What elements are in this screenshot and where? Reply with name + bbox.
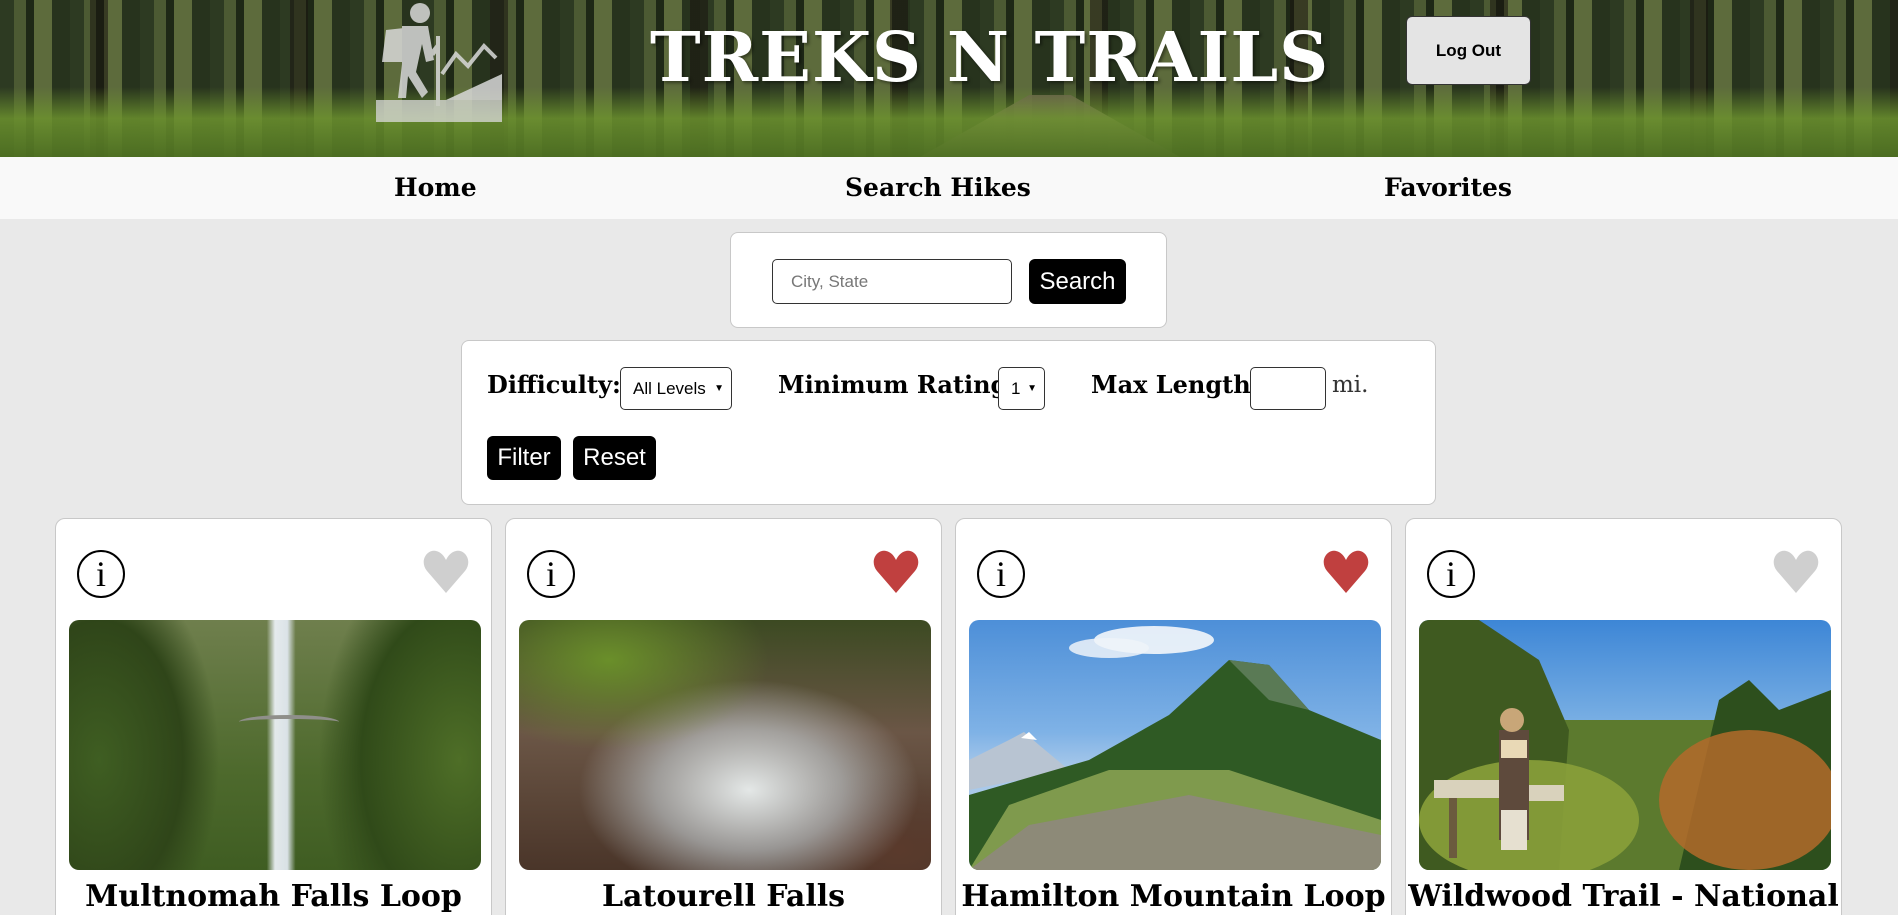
reset-button[interactable]: Reset xyxy=(573,436,656,480)
hike-photo[interactable] xyxy=(969,620,1381,870)
hike-card: i Hamilton Mountain Loop xyxy=(955,518,1392,915)
info-icon[interactable]: i xyxy=(77,550,125,598)
chevron-down-icon: ▼ xyxy=(1027,383,1037,394)
length-unit-label: mi. xyxy=(1332,372,1369,398)
max-length-label: Max Length: xyxy=(1091,370,1260,399)
site-title: TREKS N TRAILS xyxy=(650,18,1330,98)
info-icon[interactable]: i xyxy=(527,550,575,598)
mountain-scene xyxy=(969,626,1381,870)
site-header: TREKS N TRAILS Log Out xyxy=(0,0,1898,157)
hike-title[interactable]: Multnomah Falls Loop xyxy=(56,879,491,914)
filter-button[interactable]: Filter xyxy=(487,436,561,480)
hike-card: i Multnomah Falls Loop xyxy=(55,518,492,915)
minimum-rating-select-value: 1 xyxy=(1011,378,1021,398)
minimum-rating-label: Minimum Rating: xyxy=(778,370,1017,399)
hike-title[interactable]: Latourell Falls xyxy=(506,879,941,914)
search-panel: Search xyxy=(730,232,1167,328)
filter-panel: Difficulty: All Levels ▼ Minimum Rating:… xyxy=(461,340,1436,505)
heart-icon[interactable] xyxy=(1321,547,1371,597)
main-nav: Home Search Hikes Favorites xyxy=(0,157,1898,219)
minimum-rating-select[interactable]: 1 ▼ xyxy=(998,367,1045,410)
city-state-input[interactable] xyxy=(772,259,1012,304)
heart-icon[interactable] xyxy=(1771,547,1821,597)
hike-photo[interactable] xyxy=(519,620,931,870)
hike-photo[interactable] xyxy=(1419,620,1831,870)
difficulty-label: Difficulty: xyxy=(487,370,621,399)
heart-icon[interactable] xyxy=(871,547,921,597)
difficulty-select-value: All Levels xyxy=(633,378,706,398)
nav-item-search-hikes[interactable]: Search Hikes xyxy=(845,173,1031,202)
hike-title[interactable]: Hamilton Mountain Loop xyxy=(956,879,1391,914)
hiker-logo-icon xyxy=(376,3,502,122)
search-button[interactable]: Search xyxy=(1029,259,1126,304)
info-icon[interactable]: i xyxy=(977,550,1025,598)
nav-item-home[interactable]: Home xyxy=(394,173,477,202)
nav-item-favorites[interactable]: Favorites xyxy=(1384,173,1512,202)
logout-button[interactable]: Log Out xyxy=(1406,16,1531,85)
hike-card: i Wildwood Trail - National xyxy=(1405,518,1842,915)
info-icon[interactable]: i xyxy=(1427,550,1475,598)
chevron-down-icon: ▼ xyxy=(714,383,724,394)
hike-card: i Latourell Falls xyxy=(505,518,942,915)
overlook-scene xyxy=(1419,620,1831,870)
heart-icon[interactable] xyxy=(421,547,471,597)
difficulty-select[interactable]: All Levels ▼ xyxy=(620,367,732,410)
hike-title[interactable]: Wildwood Trail - National xyxy=(1406,879,1841,914)
max-length-input[interactable] xyxy=(1250,367,1326,410)
hike-photo[interactable] xyxy=(69,620,481,870)
